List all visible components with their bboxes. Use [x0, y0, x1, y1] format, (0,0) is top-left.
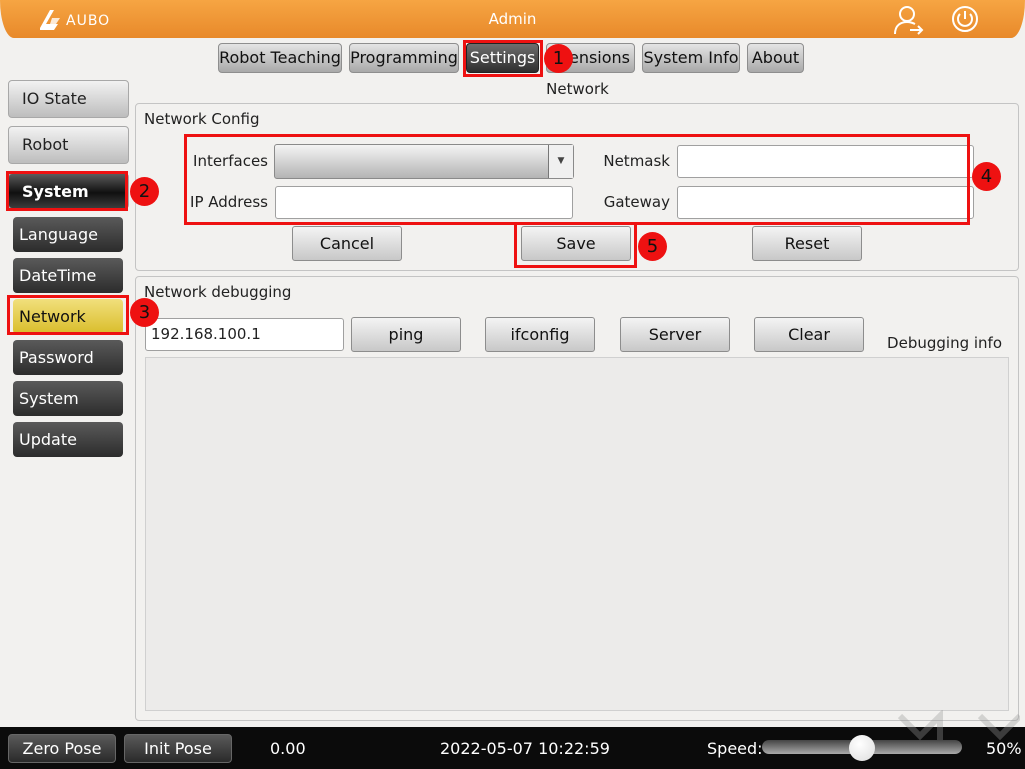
top-bar: AUBO Admin	[0, 0, 1025, 38]
server-status-button[interactable]: Server Status	[620, 317, 730, 377]
reset-button[interactable]: Reset	[752, 226, 862, 261]
annotation-box-2	[6, 171, 128, 211]
annotation-marker-3: 3	[130, 298, 159, 327]
annotation-box-3	[7, 295, 129, 335]
ping-button[interactable]: ping	[351, 317, 461, 352]
tab-robot-teaching[interactable]: Robot Teaching	[218, 43, 342, 73]
datetime-display: 2022-05-07 10:22:59	[440, 739, 610, 758]
annotation-marker-5: 5	[638, 232, 667, 261]
zero-pose-button[interactable]: Zero Pose	[8, 734, 116, 763]
speed-label: Speed:	[707, 739, 763, 758]
network-config-title: Network Config	[144, 110, 260, 128]
user-switch-icon[interactable]	[892, 4, 924, 36]
status-value: 0.00	[270, 739, 306, 758]
debug-output-area[interactable]	[145, 357, 1009, 711]
page-title: Network	[546, 80, 609, 98]
sidebar-item-robot[interactable]: Robot	[8, 126, 129, 164]
speed-slider-handle[interactable]	[849, 735, 875, 761]
tab-about[interactable]: About	[747, 43, 804, 73]
tab-programming[interactable]: Programming	[349, 43, 459, 73]
sidebar-sub-password[interactable]: Password	[13, 340, 123, 375]
ifconfig-button[interactable]: ifconfig	[485, 317, 595, 352]
debug-address-field[interactable]: 192.168.100.1	[145, 318, 344, 351]
tab-system-info[interactable]: System Info	[642, 43, 740, 73]
window-title: Admin	[488, 10, 537, 28]
init-pose-button[interactable]: Init Pose	[124, 734, 232, 763]
cancel-button[interactable]: Cancel	[292, 226, 402, 261]
annotation-marker-4: 4	[972, 162, 1001, 191]
annotation-box-1	[463, 40, 543, 77]
debugging-info-label: Debugging info	[887, 334, 1002, 352]
annotation-box-4	[184, 134, 970, 225]
power-icon[interactable]	[950, 4, 980, 34]
clear-button[interactable]: Clear	[754, 317, 864, 352]
sidebar-item-io-state[interactable]: IO State	[8, 80, 129, 118]
sidebar-sub-datetime[interactable]: DateTime	[13, 258, 123, 293]
speed-value: 50%	[986, 739, 1022, 758]
sidebar-sub-system[interactable]: System	[13, 381, 123, 416]
annotation-marker-1: 1	[544, 44, 573, 73]
network-debugging-title: Network debugging	[144, 283, 292, 301]
annotation-marker-2: 2	[130, 177, 159, 206]
sidebar-sub-update[interactable]: Update	[13, 422, 123, 457]
sidebar-sub-language[interactable]: Language	[13, 217, 123, 252]
annotation-box-5	[514, 222, 637, 268]
